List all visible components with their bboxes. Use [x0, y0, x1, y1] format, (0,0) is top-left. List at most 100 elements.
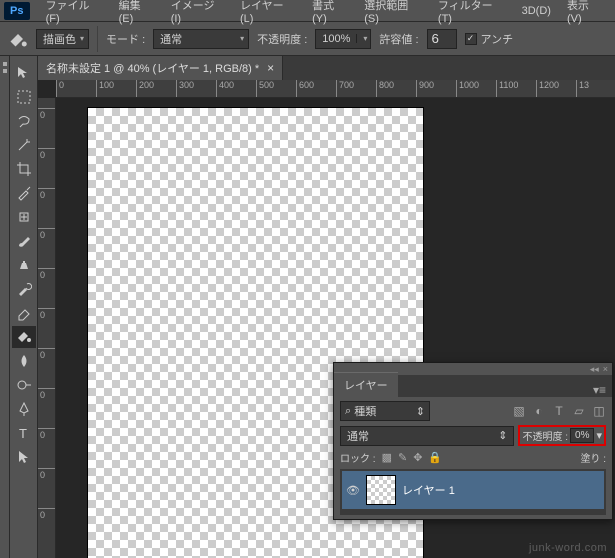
- divider: [97, 26, 98, 52]
- magic-wand-tool[interactable]: [12, 134, 36, 156]
- search-icon: ⌕: [345, 405, 351, 418]
- ruler-vertical: 00000000000: [38, 98, 56, 558]
- layer-name[interactable]: レイヤー 1: [402, 482, 455, 498]
- layer-opacity-value[interactable]: 0%: [570, 428, 594, 443]
- bucket-tool-preview-icon: [8, 29, 28, 49]
- menu-filter[interactable]: フィルター(T): [430, 0, 514, 28]
- chevron-down-icon[interactable]: ▾: [356, 34, 370, 43]
- antialias-checkbox[interactable]: ✓ アンチ: [465, 31, 514, 47]
- menu-view[interactable]: 表示(V): [559, 0, 611, 28]
- layer-thumbnail[interactable]: [366, 475, 396, 505]
- ruler-tick: 500: [256, 80, 274, 97]
- filter-adjust-icon[interactable]: ◐: [532, 404, 546, 418]
- ruler-tick: 1100: [496, 80, 518, 97]
- filter-type-icon[interactable]: T: [552, 404, 566, 418]
- lock-label: ロック :: [340, 450, 376, 465]
- ruler-tick: 0: [38, 108, 55, 120]
- move-tool[interactable]: [12, 62, 36, 84]
- layer-opacity-label: 不透明度 :: [522, 428, 568, 443]
- fill-label: 塗り :: [580, 450, 606, 465]
- chevron-down-icon: ▾: [80, 34, 84, 43]
- lock-paint-icon[interactable]: ✎: [398, 451, 407, 464]
- filter-pixel-icon[interactable]: ▧: [512, 404, 526, 418]
- close-icon[interactable]: ×: [267, 61, 274, 75]
- crop-tool[interactable]: [12, 158, 36, 180]
- lock-all-icon[interactable]: 🔒: [428, 451, 442, 464]
- marquee-tool[interactable]: [12, 86, 36, 108]
- opacity-input[interactable]: 100% ▾: [315, 29, 371, 49]
- app-logo: Ps: [4, 2, 30, 20]
- type-tool[interactable]: T: [12, 422, 36, 444]
- ruler-tick: 0: [38, 508, 55, 520]
- filter-kind-value: 種類: [354, 403, 376, 419]
- chevron-down-icon[interactable]: ▾: [596, 429, 602, 442]
- clone-stamp-tool[interactable]: [12, 254, 36, 276]
- document-tab[interactable]: 名称未設定 1 @ 40% (レイヤー 1, RGB/8) * ×: [38, 56, 283, 80]
- lock-transparency-icon[interactable]: ▩: [382, 451, 392, 464]
- lock-position-icon[interactable]: ✥: [413, 451, 422, 464]
- ruler-horizontal: 0100200300400500600700800900100011001200…: [56, 80, 615, 98]
- menu-select[interactable]: 選択範囲(S): [356, 0, 430, 28]
- menu-3d[interactable]: 3D(D): [514, 2, 559, 20]
- panel-dock-left: [0, 56, 10, 558]
- tolerance-input[interactable]: [427, 29, 457, 49]
- layer-filter-dropdown[interactable]: ⌕ 種類 ⇕: [340, 401, 430, 421]
- visibility-icon[interactable]: 👁: [346, 484, 360, 497]
- layers-tab[interactable]: レイヤー: [334, 372, 398, 397]
- dodge-tool[interactable]: [12, 374, 36, 396]
- eyedropper-tool[interactable]: [12, 182, 36, 204]
- ruler-tick: 0: [38, 468, 55, 480]
- layer-opacity-highlight: 不透明度 : 0% ▾: [518, 425, 606, 446]
- opacity-value: 100%: [316, 33, 356, 45]
- menu-edit[interactable]: 編集(E): [111, 0, 163, 28]
- ruler-tick: 1000: [456, 80, 479, 97]
- ruler-tick: 0: [38, 308, 55, 320]
- pen-tool[interactable]: [12, 398, 36, 420]
- ruler-tick: 0: [38, 388, 55, 400]
- healing-brush-tool[interactable]: [12, 206, 36, 228]
- document-tab-row: 名称未設定 1 @ 40% (レイヤー 1, RGB/8) * ×: [38, 56, 615, 80]
- history-brush-tool[interactable]: [12, 278, 36, 300]
- layer-blend-dropdown[interactable]: 通常 ⇕: [340, 426, 514, 446]
- layer-list: 👁 レイヤー 1: [340, 469, 606, 515]
- lasso-tool[interactable]: [12, 110, 36, 132]
- mode-label: モード :: [106, 31, 145, 47]
- ruler-tick: 600: [296, 80, 314, 97]
- brush-tool[interactable]: [12, 230, 36, 252]
- path-selection-tool[interactable]: [12, 446, 36, 468]
- blend-mode-dropdown[interactable]: 通常 ▾: [153, 29, 249, 49]
- opacity-label: 不透明度 :: [257, 31, 307, 47]
- ruler-tick: 700: [336, 80, 354, 97]
- layer-item[interactable]: 👁 レイヤー 1: [342, 471, 604, 509]
- document-tab-title: 名称未設定 1 @ 40% (レイヤー 1, RGB/8) *: [46, 60, 259, 76]
- fill-source-value: 描画色: [43, 31, 76, 47]
- layers-panel: ◂◂ × レイヤー ▾≡ ⌕ 種類 ⇕ ▧ ◐ T ▱ ◫ 通常 ⇕: [333, 362, 613, 520]
- ruler-tick: 100: [96, 80, 114, 97]
- eraser-tool[interactable]: [12, 302, 36, 324]
- fill-source-dropdown[interactable]: 描画色 ▾: [36, 29, 89, 49]
- ruler-tick: 0: [38, 148, 55, 160]
- filter-smart-icon[interactable]: ◫: [592, 404, 606, 418]
- chevron-down-icon: ▾: [240, 34, 244, 43]
- ruler-tick: 0: [56, 80, 64, 97]
- ruler-tick: 0: [38, 228, 55, 240]
- filter-shape-icon[interactable]: ▱: [572, 404, 586, 418]
- collapse-icon[interactable]: ◂◂: [590, 364, 599, 375]
- ruler-tick: 0: [38, 188, 55, 200]
- panel-menu-icon[interactable]: ▾≡: [587, 383, 612, 397]
- paint-bucket-tool[interactable]: [12, 326, 36, 348]
- ruler-tick: 200: [136, 80, 154, 97]
- svg-text:T: T: [19, 426, 27, 441]
- tolerance-label: 許容値 :: [379, 31, 418, 47]
- ruler-tick: 0: [38, 348, 55, 360]
- ruler-tick: 0: [38, 428, 55, 440]
- menu-file[interactable]: ファイル(F): [38, 0, 111, 28]
- ruler-tick: 1200: [536, 80, 559, 97]
- menu-type[interactable]: 書式(Y): [304, 0, 356, 28]
- ruler-tick: 300: [176, 80, 194, 97]
- blur-tool[interactable]: [12, 350, 36, 372]
- menu-layer[interactable]: レイヤー(L): [232, 0, 304, 28]
- close-icon[interactable]: ×: [603, 364, 608, 374]
- checkbox-icon: ✓: [465, 33, 477, 45]
- menu-image[interactable]: イメージ(I): [163, 0, 232, 28]
